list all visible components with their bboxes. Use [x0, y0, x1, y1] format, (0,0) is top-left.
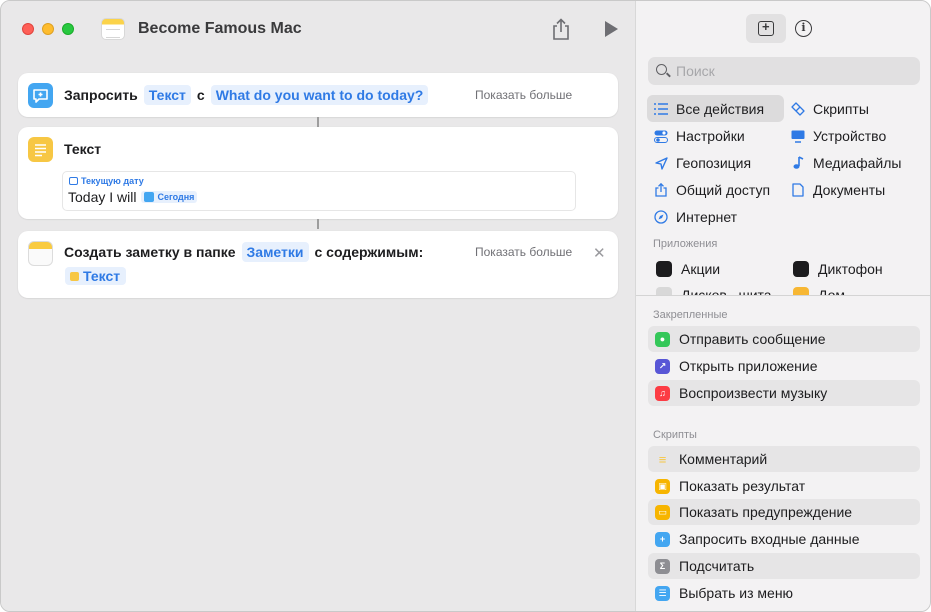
shortcut-notes-icon[interactable] [101, 18, 125, 40]
app-home[interactable]: Дом [793, 287, 845, 295]
text-action-icon [28, 137, 53, 162]
pinned-section-header: Закрепленные [653, 309, 728, 321]
ask-input-icon [28, 83, 53, 108]
close-icon[interactable]: ✕ [593, 244, 606, 262]
app-disk-utility[interactable]: Дисков...шита [656, 287, 772, 295]
prompt-token[interactable]: What do you want to do today? [210, 85, 429, 105]
app-voice-memos[interactable]: Диктофон [793, 261, 883, 277]
search-input[interactable] [676, 61, 906, 81]
folder-token[interactable]: Заметки [241, 242, 309, 262]
apps-list-clip: Дисков...шита Дом [636, 284, 930, 295]
section-divider [636, 295, 930, 296]
disk-utility-app-icon [656, 287, 672, 295]
sigma-icon: Σ [655, 558, 670, 574]
content-text-token[interactable]: Текст [65, 267, 127, 285]
shortcut-editor: Become Famous Mac Запросить Текст с What… [1, 1, 635, 611]
script-comment[interactable]: ≡ Комментарий [648, 446, 920, 472]
search-field[interactable] [648, 57, 920, 85]
home-app-icon [793, 287, 809, 295]
category-documents[interactable]: Документы [791, 182, 885, 198]
voice-memos-app-icon [793, 261, 809, 277]
pinned-play-music[interactable]: ♫ Воспроизвести музыку [648, 380, 920, 406]
app-stocks[interactable]: Акции [656, 261, 720, 277]
apps-section-header: Приложения [653, 238, 718, 250]
scripts-icon [791, 102, 805, 116]
category-all-actions[interactable]: Все действия [654, 101, 764, 117]
music-note-icon [791, 156, 805, 170]
show-more-link[interactable]: Показать больше [475, 245, 572, 259]
compass-icon [654, 210, 668, 224]
share-icon [654, 183, 668, 197]
music-icon: ♫ [655, 385, 670, 401]
action-suffix: с содержимым: [314, 244, 424, 260]
text-action-title: Текст [64, 141, 102, 157]
category-media[interactable]: Медиафайлы [791, 155, 901, 171]
minimize-window-button[interactable] [42, 23, 54, 35]
pinned-send-message[interactable]: ● Отправить сообщение [648, 326, 920, 352]
ask-input-mini-icon [144, 192, 155, 202]
list-icon [654, 102, 668, 116]
alert-icon: ▭ [655, 504, 670, 520]
action-create-note[interactable]: Создать заметку в папке Заметки с содерж… [18, 231, 618, 298]
ask-input-icon: + [655, 531, 670, 547]
notes-app-icon [28, 241, 53, 266]
action-connector-line [317, 219, 319, 229]
input-type-token[interactable]: Текст [143, 85, 191, 105]
show-result-icon: ▣ [655, 478, 670, 494]
document-icon [791, 183, 805, 197]
script-show-alert[interactable]: ▭ Показать предупреждение [648, 499, 920, 525]
action-connector-line [317, 117, 319, 127]
search-icon [656, 64, 667, 75]
scripts-section-header: Скрипты [653, 429, 697, 441]
calendar-icon [69, 177, 78, 185]
category-device[interactable]: Устройство [791, 128, 886, 144]
action-connector: с [196, 87, 205, 103]
shortcuts-window: Become Famous Mac Запросить Текст с What… [0, 0, 931, 612]
window-title[interactable]: Become Famous Mac [138, 20, 302, 38]
action-ask-for-input[interactable]: Запросить Текст с What do you want to do… [18, 73, 618, 117]
run-button[interactable] [605, 21, 618, 37]
category-settings[interactable]: Настройки [654, 128, 745, 144]
current-date-variable[interactable]: Текущую дату [69, 176, 144, 186]
text-variable-icon [70, 271, 79, 281]
category-web[interactable]: Интернет [654, 209, 737, 225]
location-icon [654, 156, 668, 170]
action-text[interactable]: Текст Текущую дату Today I will Сегодня [18, 127, 618, 219]
share-icon[interactable] [552, 18, 570, 40]
display-icon [791, 129, 805, 143]
script-count[interactable]: Σ Подсчитать [648, 553, 920, 579]
stocks-app-icon [656, 261, 672, 277]
action-library-sidebar: i Все действия Настройки Геопозиция [635, 1, 930, 611]
today-variable-token[interactable]: Сегодня [141, 191, 198, 203]
open-app-icon: ↗ [655, 358, 670, 374]
add-action-icon [758, 19, 774, 36]
category-scripting[interactable]: Скрипты [791, 101, 869, 117]
action-library-tab[interactable] [746, 14, 786, 43]
zoom-window-button[interactable] [62, 23, 74, 35]
category-sharing[interactable]: Общий доступ [654, 182, 770, 198]
message-icon: ● [655, 331, 670, 347]
category-location[interactable]: Геопозиция [654, 155, 751, 171]
script-choose-from-menu[interactable]: ☰ Выбрать из меню [648, 580, 920, 606]
menu-icon: ☰ [655, 585, 670, 601]
script-ask-for-input[interactable]: + Запросить входные данные [648, 526, 920, 552]
action-verb: Запросить [64, 87, 138, 103]
action-verb: Создать заметку в папке [64, 244, 236, 260]
pinned-open-app[interactable]: ↗ Открыть приложение [648, 353, 920, 379]
close-window-button[interactable] [22, 23, 34, 35]
show-more-link[interactable]: Показать больше [475, 88, 572, 102]
text-content-field[interactable]: Текущую дату Today I will Сегодня [62, 171, 576, 211]
info-icon[interactable]: i [795, 20, 812, 37]
comment-icon: ≡ [658, 451, 667, 467]
script-show-result[interactable]: ▣ Показать результат [648, 473, 920, 499]
text-content[interactable]: Today I will [68, 189, 136, 205]
toggle-icon [654, 129, 668, 143]
